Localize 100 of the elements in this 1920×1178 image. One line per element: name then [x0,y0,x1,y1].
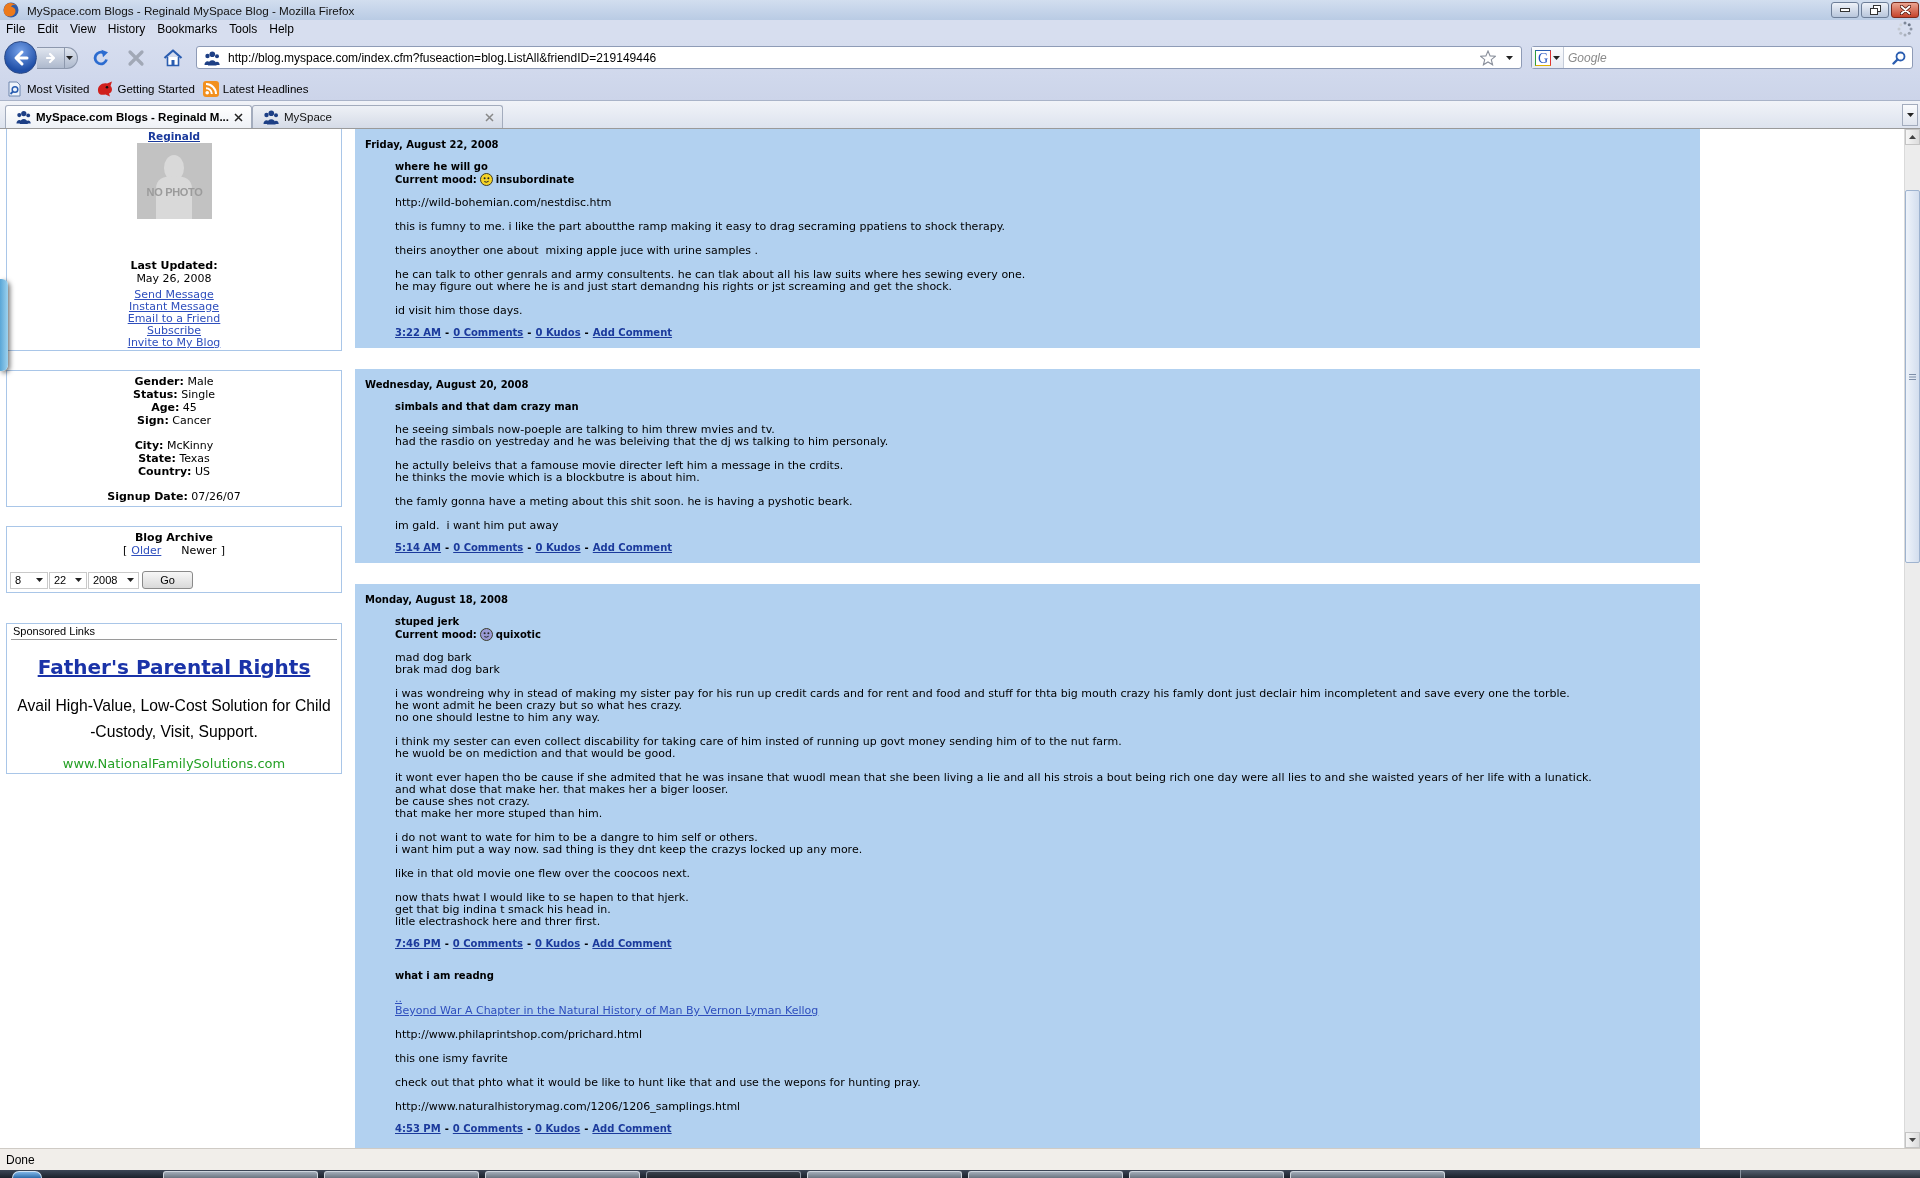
add-comment-link[interactable]: Add Comment [592,542,673,554]
post-text: i want him put a way now. sad thing is they dnt keep the crazys locked up any more. [395,844,863,856]
taskbar-button[interactable] [1290,1171,1445,1178]
home-icon[interactable] [163,48,183,67]
search-field[interactable]: Google [1564,48,1892,67]
caret-icon[interactable] [1506,55,1513,60]
taskbar-button[interactable] [646,1171,801,1178]
time-link[interactable]: 4:53 PM [395,1123,441,1135]
tab-list-button[interactable] [1902,104,1918,126]
search-engine-button[interactable]: G [1532,47,1564,68]
comments-link[interactable]: 0 Comments [453,542,524,554]
comments-link[interactable]: 0 Comments [453,327,524,339]
post-text: now thats hwat I would like to se hapen to that hjerk. [395,892,689,904]
profile-link[interactable]: Email to a Friend [127,313,221,325]
menu-item[interactable]: Bookmarks [151,22,224,36]
post-link[interactable]: Beyond War A Chapter in the Natural History of Man By Vernon Lyman Kellog [395,1005,819,1017]
menu-item[interactable]: Help [263,22,300,36]
time-link[interactable]: 3:22 AM [395,327,442,339]
tab[interactable]: MySpace.com Blogs - Reginald M... [5,105,252,128]
post-text: mad dog bark [395,652,472,664]
time-link[interactable]: 5:14 AM [395,542,442,554]
post-text: he wont admit he been crazy but so what hes crazy. [395,700,683,712]
menu-item[interactable]: Edit [31,22,65,36]
minimize-button[interactable] [1831,2,1859,18]
start-button[interactable] [12,1171,42,1178]
tab[interactable]: MySpace [252,105,503,128]
sponsored-heading: Sponsored Links [11,624,337,640]
profile-link[interactable]: Send Message [134,289,214,301]
people-icon[interactable] [204,49,220,66]
bookmark-item[interactable]: Most Visited [3,78,94,99]
bookmark-item[interactable]: Latest Headlines [198,78,313,99]
caret-icon [127,578,134,582]
time-link[interactable]: 7:46 PM [395,938,441,950]
comments-link[interactable]: 0 Comments [452,1123,523,1135]
go-button[interactable]: Go [142,571,193,589]
menu-item[interactable]: File [0,22,32,36]
profile-field: Sign: Cancer [137,414,211,427]
close-icon[interactable] [234,112,243,122]
scroll-up-button[interactable] [1905,129,1920,145]
year-select[interactable]: 2008 [88,571,139,589]
kudos-link[interactable]: 0 Kudos [535,1123,581,1135]
add-comment-link[interactable]: Add Comment [592,1123,672,1135]
post-text: like in that old movie one flew over the coocoos next. [395,868,691,880]
address-bar[interactable]: http://blog.myspace.com/index.cfm?fuseaction=blog.ListAll&friendID=219149446 [196,46,1522,69]
month-select[interactable]: 8 [10,571,48,589]
profile-field: Status: Single [133,388,215,401]
day-select[interactable]: 22 [49,571,87,589]
ad-text: Avail High-Value, Low-Cost Solution for Child -Custody, Visit, Support. [16,696,332,742]
close-button[interactable] [1891,2,1919,18]
link-separator: - [527,327,532,339]
kudos-link[interactable]: 0 Kudos [535,938,581,950]
taskbar-button[interactable] [1129,1171,1284,1178]
taskbar-button[interactable] [968,1171,1123,1178]
search-icon[interactable] [1892,50,1906,65]
mood-text: quixotic [495,629,541,640]
post-text: he wuold be on mediction and that would be good. [395,748,676,760]
back-button[interactable] [4,41,37,74]
creature-head-icon [97,80,114,97]
profile-link[interactable]: Instant Message [129,301,219,313]
post-link[interactable]: .. [395,993,402,1005]
profile-link[interactable]: Subscribe [146,325,201,337]
scrollbar-thumb[interactable] [1905,190,1920,563]
archive-nav-link[interactable]: Older [131,544,162,557]
post-text: i think my sester can even collect discability for taking care of him insted of running up govt money sending him of to the nut farm. [395,736,1122,748]
taskbar-button[interactable] [807,1171,962,1178]
post-text: this one ismy favrite [395,1053,508,1065]
entry-title: simbals and that dam crazy man [395,401,580,413]
profile-link[interactable]: Invite to My Blog [127,337,221,349]
window-title: MySpace.com Blogs - Reginald MySpace Blog - Mozilla Firefox [27,3,355,17]
link-separator: - [584,542,589,554]
search-bar[interactable]: G Google [1531,46,1913,69]
ad-url-link[interactable]: www.NationalFamilySolutions.com [62,756,286,772]
menu-item[interactable]: Tools [223,22,264,36]
comments-link[interactable]: 0 Comments [452,938,523,950]
scroll-down-button[interactable] [1905,1132,1920,1148]
add-comment-link[interactable]: Add Comment [592,327,673,339]
link-separator: - [584,938,589,950]
reload-icon[interactable] [92,48,110,67]
add-comment-link[interactable]: Add Comment [592,938,672,950]
taskbar-button[interactable] [163,1171,318,1178]
close-icon [1899,5,1911,15]
menu-item[interactable]: View [64,22,102,36]
menu-item[interactable]: History [101,22,152,36]
profile-field: Age: 45 [151,401,197,414]
bookmark-item[interactable]: Getting Started [93,78,199,99]
kudos-link[interactable]: 0 Kudos [535,542,581,554]
history-dropdown-button[interactable] [65,46,78,69]
taskbar-button[interactable] [485,1171,640,1178]
post-date: Wednesday, August 20, 2008 [365,379,530,391]
profile-field: State: Texas [138,452,210,465]
kudos-link[interactable]: 0 Kudos [535,327,581,339]
star-icon[interactable] [1480,49,1496,66]
restore-button[interactable] [1861,2,1889,18]
taskbar-button[interactable] [324,1171,479,1178]
profile-name-link[interactable]: Reginald [148,130,200,143]
profile-field: Signup Date: 07/26/07 [107,490,241,503]
app-logo-icon[interactable] [3,2,19,18]
ad-title-link[interactable]: Father's Parental Rights [37,655,311,679]
url-field[interactable]: http://blog.myspace.com/index.cfm?fuseaction=blog.ListAll&friendID=219149446 [224,48,1480,67]
mood-label: Current mood: [395,174,477,185]
